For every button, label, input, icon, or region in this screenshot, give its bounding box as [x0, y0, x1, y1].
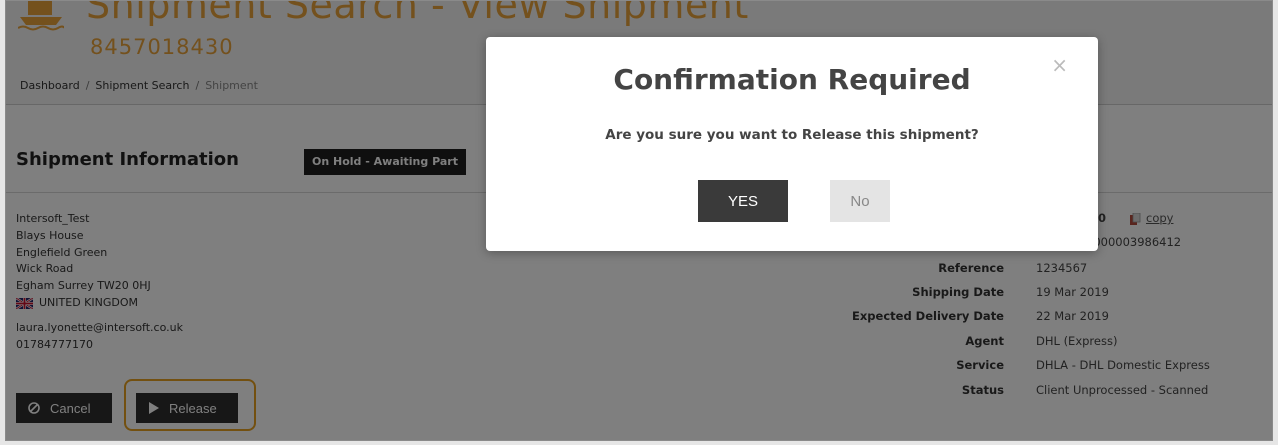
dialog-message: Are you sure you want to Release this sh…	[605, 127, 979, 143]
dialog-title: Confirmation Required	[613, 63, 971, 96]
confirmation-dialog: Confirmation Required × Are you sure you…	[486, 37, 1098, 251]
app-window: Shipment Search - View Shipment 84570184…	[5, 0, 1273, 441]
no-button[interactable]: No	[830, 180, 890, 222]
yes-button[interactable]: YES	[698, 180, 788, 222]
close-icon[interactable]: ×	[1051, 53, 1068, 77]
